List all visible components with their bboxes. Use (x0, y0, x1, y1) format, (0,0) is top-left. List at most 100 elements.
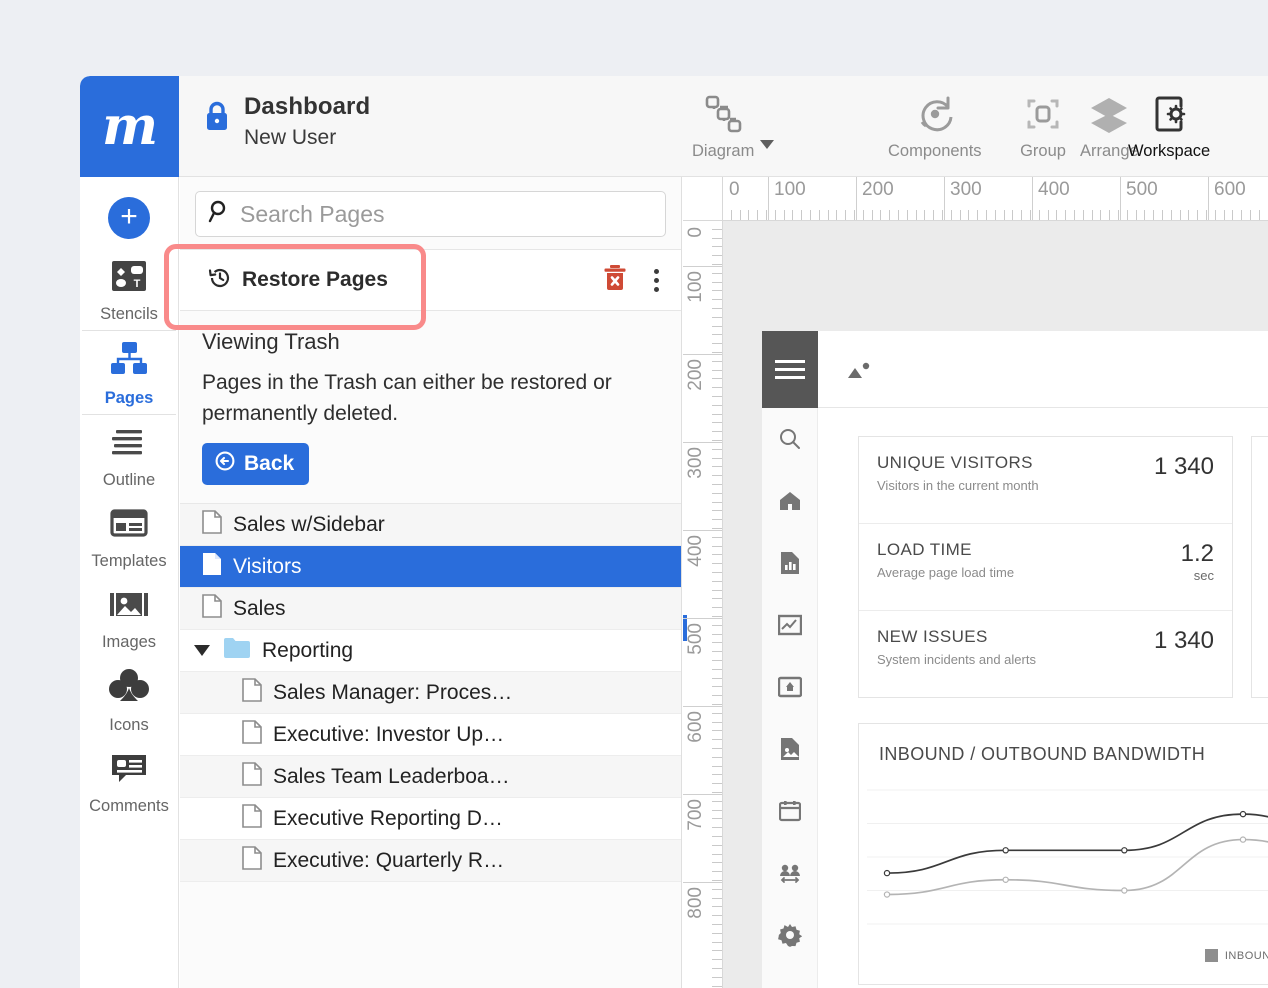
sidebar-item-label: Stencils (100, 305, 158, 323)
kpi-unit: sec (1193, 568, 1214, 583)
list-item[interactable]: Executive: Investor Up… (180, 714, 681, 756)
ruler-tick-label: 200 (685, 359, 706, 391)
ruler-segment: 700 (683, 794, 722, 882)
list-item[interactable]: Sales (180, 588, 681, 630)
ruler-segment: 400 (1032, 177, 1120, 220)
chevron-down-icon[interactable] (194, 645, 210, 656)
mock-topbar (762, 331, 1268, 408)
chart-data-point (1239, 810, 1247, 818)
ruler-segment: 0 (723, 177, 768, 220)
search-placeholder: Search Pages (240, 200, 385, 227)
logo-glyph: m (101, 95, 158, 157)
ruler-segment: 400 (683, 530, 722, 618)
templates-icon (106, 504, 152, 547)
upload-image-icon[interactable] (762, 656, 817, 718)
diagram-canvas[interactable]: UNIQUE VISITORS Visitors in the current … (723, 221, 1268, 988)
sidebar-item-label: Pages (104, 389, 154, 407)
tool-components[interactable]: Components (888, 88, 982, 161)
app-logo[interactable]: m (80, 76, 179, 177)
app-header: m Dashboard New User Diagram Components … (80, 76, 1268, 177)
workspace-gear-icon (1146, 88, 1192, 140)
list-item[interactable]: Sales Team Leaderboa… (180, 756, 681, 798)
sidebar-item-comments[interactable]: Comments (80, 741, 178, 822)
ruler-segment: 100 (768, 177, 856, 220)
list-item-folder[interactable]: Reporting (180, 630, 681, 672)
page-file-icon (242, 677, 262, 708)
restore-pages-label: Restore Pages (242, 268, 388, 291)
tool-label: Workspace (1128, 142, 1211, 160)
sidebar-item-label: Images (101, 633, 157, 651)
list-item[interactable]: Sales w/Sidebar (180, 504, 681, 546)
tool-diagram[interactable]: Diagram (692, 88, 754, 161)
sidebar-item-images[interactable]: Images (80, 577, 178, 658)
ruler-segment: 200 (856, 177, 944, 220)
application-window: m Dashboard New User Diagram Components … (80, 76, 1268, 988)
chart-data-point (883, 869, 891, 877)
add-button[interactable]: + (108, 197, 150, 239)
chevron-down-icon[interactable] (754, 109, 780, 161)
ruler-segment: 500 (683, 618, 722, 706)
kpi-value: 1 340 (1153, 453, 1214, 480)
list-item[interactable]: Visitors (180, 546, 681, 588)
page-title: Dashboard (244, 93, 371, 120)
sidebar-item-templates[interactable]: Templates (80, 496, 178, 577)
sidebar-item-label: Templates (91, 552, 167, 570)
line-chart (867, 789, 1268, 925)
kpi-unique-visitors: UNIQUE VISITORS Visitors in the current … (859, 437, 1232, 524)
list-item-label: Executive: Quarterly R… (273, 848, 505, 872)
chart-series-line (886, 813, 1268, 874)
sidebar-item-outline[interactable]: Outline (80, 415, 178, 496)
ruler-tick-label: 200 (862, 179, 894, 200)
ruler-tick-label: 500 (685, 623, 706, 655)
gear-icon[interactable] (762, 904, 817, 966)
sidebar-item-pages[interactable]: Pages (80, 331, 178, 414)
list-item-label: Executive: Investor Up… (273, 722, 505, 746)
hamburger-menu-icon[interactable] (762, 331, 818, 408)
back-button[interactable]: Back (202, 443, 310, 485)
list-item-label: Reporting (262, 638, 354, 662)
kebab-menu-icon[interactable] (650, 265, 663, 296)
ruler-corner (683, 177, 723, 221)
image-file-icon[interactable] (762, 718, 817, 780)
group-icon (1020, 88, 1066, 140)
restore-pages-button[interactable]: Restore Pages (208, 266, 388, 295)
kpi-card: UNIQUE VISITORS Visitors in the current … (858, 436, 1233, 698)
page-file-icon (202, 509, 222, 540)
icons-clover-icon (106, 666, 152, 711)
tool-group[interactable]: Group (1020, 88, 1066, 161)
ruler-tick-label: 300 (950, 179, 982, 200)
kpi-new-issues: NEW ISSUES System incidents and alerts 1… (859, 611, 1232, 698)
tool-workspace[interactable]: Workspace (1128, 88, 1210, 161)
trash-delete-icon[interactable] (602, 263, 628, 298)
sidebar-item-stencils[interactable]: T Stencils (80, 249, 178, 330)
chart-data-point (1002, 847, 1009, 854)
ruler-tick-label: 100 (774, 179, 806, 200)
chart-title: WEEKLY VISITORS (1252, 437, 1268, 475)
list-item[interactable]: Executive Reporting D… (180, 798, 681, 840)
horizontal-ruler[interactable]: 0 100 200 300 400 500 600 (723, 177, 1268, 221)
group-tool-group: Group (1020, 88, 1066, 161)
list-item-label: Sales Team Leaderboa… (273, 764, 510, 788)
home-icon[interactable] (762, 470, 817, 532)
back-arrow-icon (214, 450, 236, 477)
list-item[interactable]: Executive: Quarterly R… (180, 840, 681, 882)
chart-data-point (883, 891, 891, 898)
list-item-label: Sales (233, 596, 286, 620)
line-chart-icon[interactable] (762, 594, 817, 656)
list-item[interactable]: Sales Manager: Proces… (180, 672, 681, 714)
search-row: Search Pages (180, 177, 681, 249)
search-icon[interactable] (762, 408, 817, 470)
sidebar-item-icons[interactable]: Icons (80, 658, 178, 741)
vertical-ruler[interactable]: 0 100 200 300 400 500 600 700 800 (683, 221, 723, 988)
ruler-tick-label: 400 (1038, 179, 1070, 200)
mock-side-rail (762, 408, 818, 988)
calendar-icon[interactable] (762, 780, 817, 842)
report-file-icon[interactable] (762, 532, 817, 594)
search-input[interactable]: Search Pages (195, 191, 666, 237)
legend-label: INBOUND (1224, 949, 1268, 962)
tool-label: Components (888, 142, 982, 160)
page-file-icon (242, 761, 262, 792)
ruler-tick-label: 700 (685, 799, 706, 831)
users-transfer-icon[interactable] (762, 842, 817, 904)
chart-series-line (886, 838, 1268, 896)
